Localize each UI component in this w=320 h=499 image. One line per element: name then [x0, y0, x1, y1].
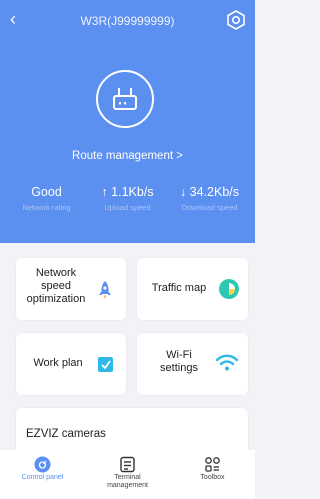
- ezviz-cameras-card[interactable]: EZVIZ cameras: [16, 408, 248, 454]
- stat-label: Upload speed: [104, 203, 151, 212]
- card-label: Network speed optimization: [26, 267, 86, 305]
- stat-upload-speed: ↑ 1.1Kb/s Upload speed: [85, 185, 170, 212]
- bottom-tab-bar: Control panel Terminal management Toolbo…: [0, 450, 255, 499]
- terminal-icon: [120, 456, 135, 473]
- card-label: Work plan: [33, 357, 83, 369]
- wifi-settings-card[interactable]: Wi-Fi settings: [137, 333, 248, 395]
- device-title: W3R(J99999999): [80, 14, 175, 28]
- toolbox-icon: [205, 457, 220, 472]
- pie-chart-icon: [219, 279, 239, 299]
- stat-download-speed: ↓ 34.2Kb/s Download speed: [167, 185, 252, 212]
- rocket-icon: [99, 281, 111, 299]
- network-speed-optimization-card[interactable]: Network speed optimization: [16, 258, 126, 320]
- tab-label: Toolbox: [200, 474, 225, 481]
- stat-value: ↓ 34.2Kb/s: [179, 185, 240, 199]
- control-panel-icon: [34, 456, 51, 473]
- router-icon[interactable]: [96, 70, 154, 128]
- work-plan-card[interactable]: Work plan: [16, 333, 126, 395]
- stat-network-rating: Good Network rating: [4, 185, 89, 212]
- tab-terminal-management[interactable]: Terminal management: [85, 450, 170, 499]
- card-label: Traffic map: [151, 282, 207, 294]
- header: ‹ W3R(J99999999) Route management > Good…: [0, 0, 255, 243]
- settings-icon[interactable]: [225, 9, 247, 31]
- wifi-icon: [215, 354, 239, 371]
- tab-label: Control panel: [21, 474, 64, 481]
- network-stats: Good Network rating ↑ 1.1Kb/s Upload spe…: [0, 185, 255, 225]
- traffic-map-card[interactable]: Traffic map: [137, 258, 248, 320]
- stat-value: Good: [31, 185, 62, 199]
- router-glyph-icon: [113, 88, 137, 110]
- top-bar: ‹ W3R(J99999999): [0, 8, 255, 32]
- route-management-link[interactable]: Route management >: [0, 150, 255, 162]
- card-label: EZVIZ cameras: [26, 428, 106, 440]
- stat-value: ↑ 1.1Kb/s: [101, 185, 154, 199]
- stat-label: Network rating: [22, 203, 71, 212]
- card-label: Wi-Fi settings: [160, 349, 198, 374]
- tab-control-panel[interactable]: Control panel: [0, 450, 85, 499]
- tab-toolbox[interactable]: Toolbox: [170, 450, 255, 499]
- tab-label: Terminal management: [107, 474, 148, 489]
- stat-label: Download speed: [181, 203, 238, 212]
- checkbox-icon: [98, 357, 113, 372]
